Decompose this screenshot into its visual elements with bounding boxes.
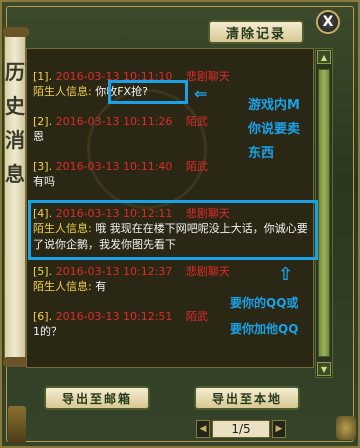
scroll-down-icon[interactable]: ▼ bbox=[317, 362, 331, 376]
entry-date: 2016-03-13 10:11:26 bbox=[55, 115, 173, 128]
entry-index: [1]. bbox=[33, 70, 53, 83]
list-item: [5]. 2016-03-13 10:12:37 悲剧聊天 陌生人信息: 有 bbox=[33, 264, 309, 294]
highlight-box-first-message bbox=[108, 80, 188, 104]
entry-sender: 陌生人信息: bbox=[33, 280, 92, 293]
close-button[interactable]: X bbox=[316, 10, 340, 34]
entry-kind: 陌武 bbox=[185, 310, 208, 323]
watermark-seal bbox=[87, 89, 207, 209]
annotation-note: 游戏内M你说要卖东西 bbox=[248, 98, 301, 161]
close-icon: X bbox=[322, 14, 334, 30]
annotation-arrow-left-icon: ⇐ bbox=[194, 84, 208, 103]
next-page-button[interactable]: ▶ bbox=[272, 420, 286, 438]
next-icon: ▶ bbox=[275, 424, 283, 434]
clear-records-button[interactable]: 清除记录 bbox=[208, 20, 304, 44]
entry-meta: [5]. 2016-03-13 10:12:37 悲剧聊天 bbox=[33, 264, 309, 279]
entry-message: 有 bbox=[95, 280, 107, 293]
entry-index: [6]. bbox=[33, 310, 53, 323]
scroll-cap-top bbox=[3, 27, 29, 37]
export-local-button[interactable]: 导出至本地 bbox=[194, 386, 300, 410]
entry-date: 2016-03-13 10:12:37 bbox=[55, 265, 173, 278]
entry-index: [3]. bbox=[33, 160, 53, 173]
entry-kind: 悲剧聊天 bbox=[185, 265, 230, 278]
side-title-char: 史 bbox=[5, 94, 25, 118]
entry-message: 1的？ bbox=[33, 325, 62, 338]
page-indicator: 1/5 bbox=[212, 420, 270, 438]
corner-ornament-icon bbox=[336, 416, 356, 440]
left-ornament-icon bbox=[8, 406, 26, 444]
scroll-up-icon[interactable]: ▲ bbox=[317, 50, 331, 64]
annotation-arrow-up-icon: ⇧ bbox=[278, 264, 294, 285]
entry-index: [2]. bbox=[33, 115, 53, 128]
annotation-note: 要你的QQ或 bbox=[230, 296, 299, 310]
entry-message: 恩 bbox=[33, 130, 44, 143]
prev-page-button[interactable]: ◀ bbox=[196, 420, 210, 438]
entry-index: [5]. bbox=[33, 265, 53, 278]
side-title-scroll: 历 史 消 息 bbox=[3, 27, 29, 367]
side-title-char: 息 bbox=[5, 162, 25, 186]
entry-kind: 陌武 bbox=[185, 115, 208, 128]
entry-date: 2016-03-13 10:11:40 bbox=[55, 160, 173, 173]
entry-sender: 陌生人信息: bbox=[33, 85, 92, 98]
scroll-thumb[interactable] bbox=[318, 69, 330, 357]
entry-message: 有吗 bbox=[33, 175, 55, 188]
highlight-box-fourth-message bbox=[28, 200, 318, 260]
entry-date: 2016-03-13 10:12:51 bbox=[55, 310, 173, 323]
pager: ◀ 1/5 ▶ bbox=[196, 418, 286, 440]
side-title-char: 历 bbox=[5, 60, 25, 84]
history-window: 历 史 消 息 X 清除记录 [1]. 2016-03-13 10:11:10 … bbox=[0, 0, 360, 448]
side-title-char: 消 bbox=[5, 128, 25, 152]
entry-kind: 陌武 bbox=[185, 160, 208, 173]
annotation-note: 要你加他QQ bbox=[230, 322, 299, 336]
export-mail-button[interactable]: 导出至邮箱 bbox=[44, 386, 150, 410]
prev-icon: ◀ bbox=[199, 424, 207, 434]
entry-kind: 悲剧聊天 bbox=[185, 70, 230, 83]
